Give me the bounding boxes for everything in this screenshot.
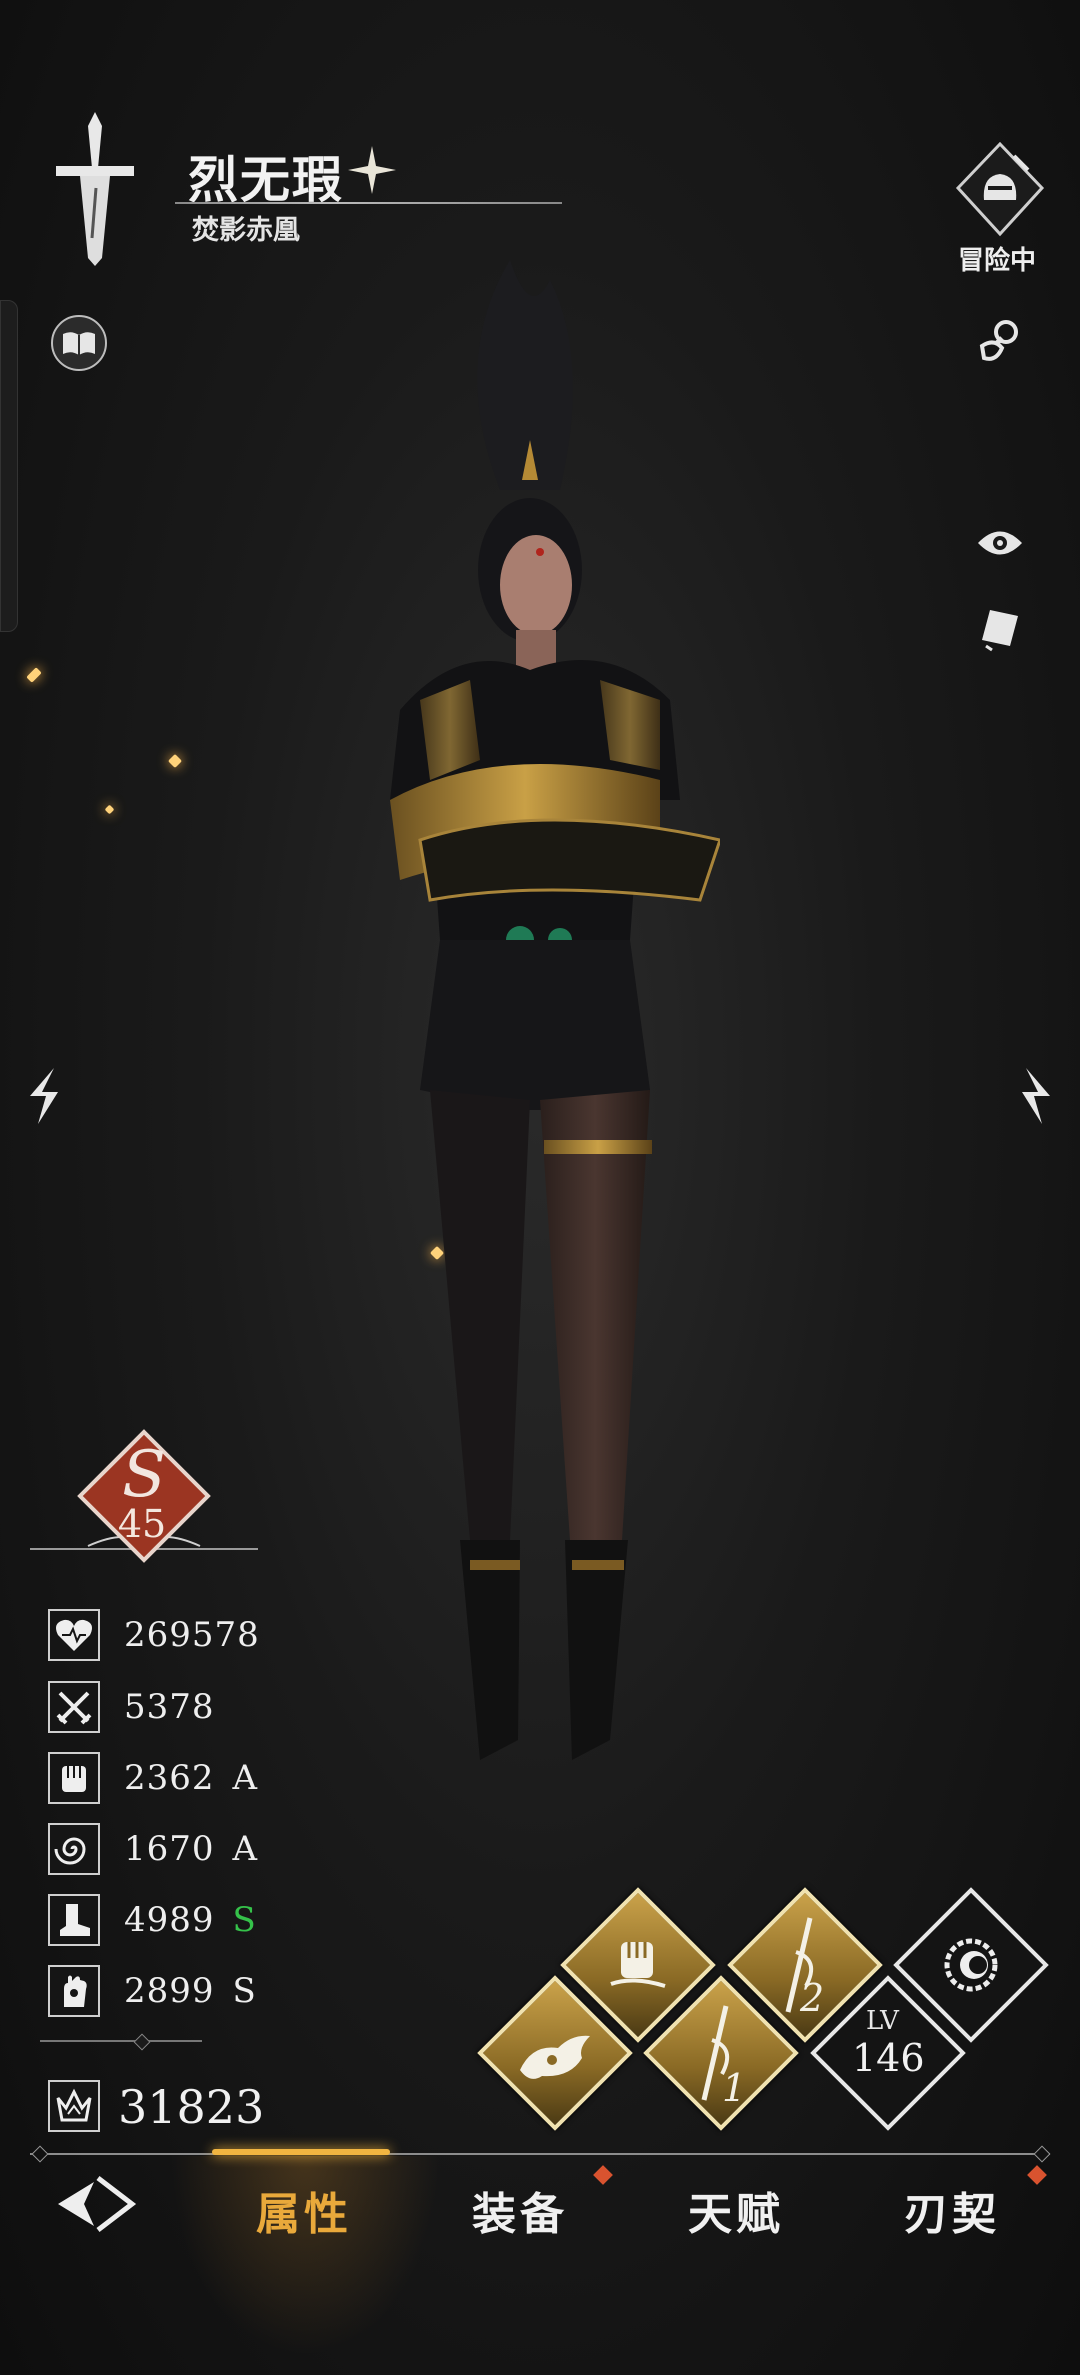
rank-level: 45 (117, 1502, 167, 1546)
eye-icon[interactable] (976, 526, 1024, 560)
stat-row-health[interactable]: 269578 (48, 1607, 278, 1663)
stat-value: 269578 (124, 1615, 260, 1655)
tab-equipment[interactable]: 装备 (472, 2178, 568, 2242)
weapon-2-number: 2 (800, 1976, 825, 2020)
left-edge-tab[interactable] (0, 300, 18, 632)
stat-grade: A (232, 1758, 258, 1798)
stat-grade: S (232, 1971, 256, 2011)
spiral-icon (48, 1823, 100, 1875)
card-icon[interactable] (976, 606, 1024, 654)
stat-value: 4989 (124, 1900, 215, 1940)
name-underline (175, 202, 562, 204)
back-icon[interactable] (54, 2172, 138, 2236)
boot-icon (48, 1894, 100, 1946)
equipment-notification-dot (593, 2165, 613, 2185)
ember-particle (26, 667, 42, 683)
next-character-arrow-icon[interactable] (1018, 1064, 1058, 1128)
stat-value: 1670 (124, 1829, 215, 1869)
tab-talent[interactable]: 天赋 (688, 2178, 784, 2242)
ember-particle (104, 804, 115, 815)
stat-value: 5378 (124, 1687, 215, 1727)
level-value: 146 (852, 2036, 925, 2080)
active-tab-indicator (212, 2149, 390, 2155)
dagger-emblem-icon (52, 108, 138, 268)
adventure-status-label: 冒险中 (958, 246, 1037, 276)
stat-row-strength[interactable]: 2362 A (48, 1750, 257, 1806)
dragon-skill-icon (512, 2014, 598, 2094)
stat-value: 2899 (124, 1971, 215, 2011)
fist-skill-icon (603, 1928, 673, 1998)
previous-character-arrow-icon[interactable] (22, 1064, 62, 1128)
stat-row-technique[interactable]: 2899 S (48, 1963, 256, 2019)
level-label: LV (866, 2006, 899, 2036)
nav-line-end-left (31, 2145, 49, 2163)
weapon-1-number: 1 (722, 2066, 747, 2110)
stat-grade: A (232, 1829, 258, 1869)
combat-power-value: 31823 (118, 2080, 265, 2134)
rank-grade-letter: S (122, 1438, 166, 1512)
hand-icon (48, 1965, 100, 2017)
character-title: 焚影赤凰 (192, 215, 300, 246)
tab-attributes[interactable]: 属性 (256, 2178, 352, 2242)
codex-book-icon[interactable] (50, 314, 108, 372)
fist-icon (48, 1752, 100, 1804)
stat-grade: S (232, 1900, 256, 1940)
ember-particle (167, 753, 183, 769)
blade-pact-notification-dot (1027, 2165, 1047, 2185)
knight-helmet-icon[interactable] (954, 142, 1046, 238)
crown-icon (48, 2080, 100, 2132)
stat-value: 2362 (124, 1758, 215, 1798)
nav-line-end-right (1033, 2145, 1051, 2163)
character-model (360, 240, 722, 1900)
tab-blade-pact[interactable]: 刃契 (904, 2178, 1000, 2242)
stat-row-spirit[interactable]: 1670 A (48, 1821, 257, 1877)
stat-row-agility[interactable]: 4989 S (48, 1892, 256, 1948)
stat-divider (40, 2040, 202, 2042)
heart-icon (48, 1609, 100, 1661)
pacifier-icon[interactable] (974, 316, 1026, 368)
stat-row-attack[interactable]: 5378 (48, 1679, 233, 1735)
vortex-skill-icon (936, 1930, 1006, 2000)
combat-power-row[interactable] (48, 2078, 100, 2134)
divider-ornament (133, 2033, 151, 2051)
nav-divider (30, 2153, 1050, 2155)
star-badge-icon (346, 144, 398, 196)
swords-icon (48, 1681, 100, 1733)
